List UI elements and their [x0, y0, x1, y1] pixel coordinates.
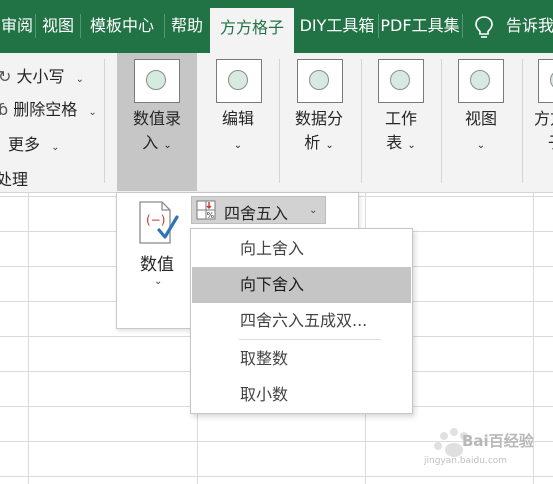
tell-me-search[interactable]: 告诉我 [506, 8, 553, 44]
fangfanggezi-button[interactable]: 方方格子 [529, 53, 553, 191]
view-icon [458, 59, 504, 103]
tab-template-center[interactable]: 模板中心 [82, 8, 162, 44]
group-separator [441, 59, 442, 183]
edit-label: 编辑 ⌄ [221, 109, 254, 151]
case-label: 大小写 [16, 67, 65, 86]
delete-space-icon: ɓ [0, 100, 9, 119]
tab-review[interactable]: 审阅 [0, 8, 34, 44]
tab-separator [35, 14, 36, 38]
data-analysis-button[interactable]: 数据分析 ⌄ [283, 53, 355, 191]
value-entry-label: 数值录入 ⌄ [132, 109, 181, 152]
svg-text:%: % [207, 211, 215, 220]
ribbon-panel: ↻ 大小写 ⌄ ɓ 删除空格 ⌄ 更多 ⌄ 处理 数值录入 ⌄ 编辑 ⌄ 数据分析… [0, 53, 553, 193]
group-label-processing: 处理 [0, 170, 29, 189]
lightbulb-icon[interactable] [474, 15, 494, 41]
case-button[interactable]: ↻ 大小写 ⌄ [0, 63, 84, 87]
menu-item-round-down[interactable]: 向下舍入 [192, 267, 411, 303]
edit-icon [216, 59, 262, 103]
chevron-down-icon: ⌄ [88, 107, 97, 118]
tab-separator [378, 14, 379, 38]
edit-button[interactable]: 编辑 ⌄ [202, 53, 274, 191]
watermark-url: jingyan.baidu.com [424, 456, 508, 466]
view-button[interactable]: 视图 ⌄ [445, 53, 517, 191]
value-document-check-icon: (−) [139, 201, 179, 244]
menu-item-round-up[interactable]: 向上舍入 [192, 231, 411, 267]
worksheet-icon [378, 59, 424, 103]
delete-space-button[interactable]: ɓ 删除空格 ⌄ [0, 96, 97, 120]
fangfanggezi-icon [538, 59, 553, 103]
view-label: 视图 ⌄ [464, 109, 497, 151]
round-dropdown-menu: 向上舍入 向下舍入 四舍六入五成双... 取整数 取小数 [190, 228, 413, 414]
value-entry-button[interactable]: 数值录入 ⌄ [117, 53, 197, 191]
svg-text:(−): (−) [146, 213, 165, 227]
group-separator [279, 59, 280, 183]
menu-item-bankers-rounding[interactable]: 四舍六入五成双... [192, 303, 411, 339]
value-button[interactable]: 数值 [140, 250, 174, 275]
round-percent-icon: % [196, 200, 216, 220]
tab-separator [164, 14, 165, 38]
chevron-down-icon[interactable]: ⌄ [309, 205, 317, 216]
chevron-down-icon: ⌄ [75, 74, 84, 85]
group-separator [522, 59, 523, 183]
menu-item-decimal-part[interactable]: 取小数 [192, 377, 411, 413]
tab-separator [80, 14, 81, 38]
value-entry-icon [134, 59, 180, 103]
grid-line [0, 476, 553, 477]
round-label: 四舍五入 [224, 204, 289, 223]
more-button[interactable]: 更多 ⌄ [8, 131, 60, 155]
chevron-down-icon[interactable]: ⌄ [154, 276, 162, 287]
tab-separator [462, 14, 463, 38]
worksheet-label: 工作表 ⌄ [384, 109, 417, 152]
tab-diy-toolbox[interactable]: DIY工具箱 [297, 8, 377, 44]
tab-pdf-tools[interactable]: PDF工具集 [380, 8, 460, 44]
case-icon: ↻ [0, 67, 12, 86]
group-separator [104, 59, 105, 183]
menu-item-integer-part[interactable]: 取整数 [192, 341, 411, 377]
more-label: 更多 [8, 135, 41, 154]
tab-help[interactable]: 帮助 [166, 8, 208, 44]
grid-line [28, 193, 29, 484]
watermark-text: Bai百经验 [462, 432, 534, 450]
data-analysis-label: 数据分析 ⌄ [294, 109, 343, 152]
tab-fangfanggezi[interactable]: 方方格子 [210, 8, 294, 53]
chevron-down-icon: ⌄ [51, 142, 60, 153]
menu-separator [239, 339, 381, 340]
delete-space-label: 删除空格 [13, 100, 78, 119]
ribbon-tab-bar: 审阅 视图 模板中心 帮助 方方格子 DIY工具箱 PDF工具集 告诉我 [0, 0, 553, 53]
fangfanggezi-label: 方方格子 [534, 109, 553, 152]
tab-view[interactable]: 视图 [37, 8, 79, 44]
data-analysis-icon [297, 59, 343, 103]
group-separator [361, 59, 362, 183]
worksheet-button[interactable]: 工作表 ⌄ [367, 53, 435, 191]
round-split-button[interactable]: % 四舍五入 ⌄ [191, 196, 326, 224]
